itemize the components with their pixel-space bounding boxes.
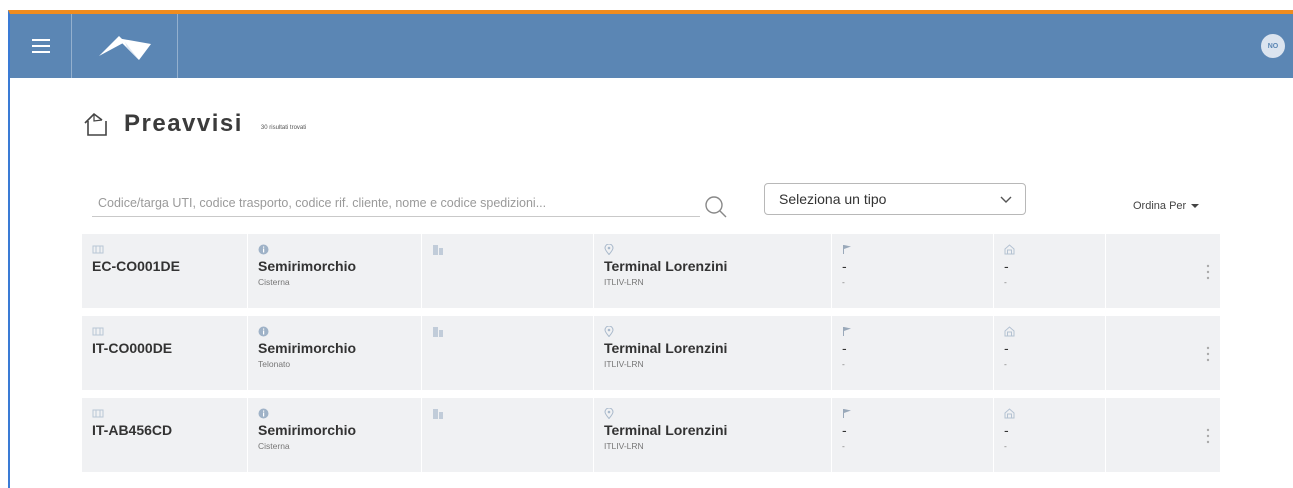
- caret-down-icon: [1191, 204, 1200, 208]
- vehicle-type: Semirimorchio: [258, 258, 357, 274]
- vehicle-subtype: Cisterna: [258, 441, 290, 451]
- actions-cell: [1106, 398, 1220, 472]
- sort-label: Ordina Per: [1133, 200, 1187, 212]
- container-icon: [92, 245, 104, 254]
- destination-sub: -: [1004, 441, 1007, 451]
- flag-icon: [843, 245, 851, 254]
- flag-cell: - -: [832, 316, 994, 390]
- flag-icon: [843, 327, 851, 336]
- menu-button[interactable]: [10, 14, 72, 78]
- terminal-code: ITLIV-LRN: [604, 441, 644, 451]
- more-vert-icon[interactable]: [1206, 346, 1210, 362]
- destination-sub: -: [1004, 277, 1007, 287]
- type-select[interactable]: Seleziona un tipo: [764, 183, 1026, 215]
- vehicle-type: Semirimorchio: [258, 422, 357, 438]
- vehicle-subtype: Cisterna: [258, 277, 290, 287]
- uti-cell: EC-CO001DE: [82, 234, 248, 308]
- info-icon: [258, 244, 269, 255]
- paper-plane-logo-icon: [98, 36, 151, 60]
- destination-cell: - -: [994, 316, 1106, 390]
- flag-sub: -: [842, 359, 845, 369]
- info-icon: [258, 408, 269, 419]
- logo[interactable]: [72, 14, 178, 78]
- building-icon: [433, 409, 443, 419]
- uti-code: EC-CO001DE: [92, 258, 180, 274]
- flag-sub: -: [842, 441, 845, 451]
- location-pin-icon: [604, 326, 614, 337]
- terminal-code: ITLIV-LRN: [604, 277, 644, 287]
- search-icon[interactable]: [703, 194, 729, 220]
- terminal-cell: Terminal Lorenzini ITLIV-LRN: [594, 234, 832, 308]
- list-item[interactable]: EC-CO001DE Semirimorchio Cisterna Termin…: [82, 234, 1220, 308]
- info-icon: [258, 326, 269, 337]
- more-vert-icon[interactable]: [1206, 264, 1210, 280]
- uti-cell: IT-CO000DE: [82, 316, 248, 390]
- terminal-name: Terminal Lorenzini: [604, 258, 728, 274]
- vehicle-subtype: Telonato: [258, 359, 291, 369]
- actions-cell: [1106, 316, 1220, 390]
- destination-value: -: [1004, 340, 1009, 356]
- location-pin-icon: [604, 408, 614, 419]
- vehicle-cell: Semirimorchio Telonato: [248, 316, 422, 390]
- destination-value: -: [1004, 422, 1009, 438]
- vehicle-type: Semirimorchio: [258, 340, 357, 356]
- search-field: [92, 191, 700, 217]
- type-select-value: Seleziona un tipo: [779, 191, 887, 207]
- results-count: 30 risultati trovati: [260, 125, 307, 131]
- warehouse-icon: [1004, 244, 1015, 255]
- hamburger-icon: [31, 39, 50, 53]
- destination-value: -: [1004, 258, 1009, 274]
- destination-cell: - -: [994, 398, 1106, 472]
- vehicle-cell: Semirimorchio Cisterna: [248, 234, 422, 308]
- list-item[interactable]: IT-AB456CD Semirimorchio Cisterna Termin…: [82, 398, 1220, 472]
- company-cell: [422, 398, 594, 472]
- flag-cell: - -: [832, 234, 994, 308]
- flag-value: -: [842, 340, 847, 356]
- destination-cell: - -: [994, 234, 1106, 308]
- company-cell: [422, 234, 594, 308]
- terminal-code: ITLIV-LRN: [604, 359, 644, 369]
- flag-sub: -: [842, 277, 845, 287]
- flag-cell: - -: [832, 398, 994, 472]
- flag-value: -: [842, 422, 847, 438]
- app-window: NO Preavvisi 30 risultati trovati Selezi…: [8, 10, 1293, 488]
- company-cell: [422, 316, 594, 390]
- vehicle-cell: Semirimorchio Cisterna: [248, 398, 422, 472]
- terminal-name: Terminal Lorenzini: [604, 422, 728, 438]
- sort-dropdown[interactable]: Ordina Per: [1133, 200, 1200, 212]
- app-bar: NO: [10, 14, 1293, 78]
- terminal-name: Terminal Lorenzini: [604, 340, 728, 356]
- building-icon: [433, 245, 443, 255]
- page-title: Preavvisi: [124, 110, 243, 137]
- uti-code: IT-AB456CD: [92, 422, 173, 438]
- preavvisi-icon: [84, 112, 107, 136]
- terminal-cell: Terminal Lorenzini ITLIV-LRN: [594, 316, 832, 390]
- chevron-down-icon: [1000, 196, 1012, 203]
- location-pin-icon: [604, 244, 614, 255]
- actions-cell: [1106, 234, 1220, 308]
- search-input[interactable]: [92, 191, 700, 215]
- destination-sub: -: [1004, 359, 1007, 369]
- building-icon: [433, 327, 443, 337]
- flag-value: -: [842, 258, 847, 274]
- page-header: Preavvisi 30 risultati trovati: [82, 110, 306, 138]
- list-item[interactable]: IT-CO000DE Semirimorchio Telonato Termin…: [82, 316, 1220, 390]
- more-vert-icon[interactable]: [1206, 428, 1210, 444]
- flag-icon: [843, 409, 851, 418]
- user-avatar[interactable]: NO: [1261, 34, 1285, 58]
- warehouse-icon: [1004, 326, 1015, 337]
- uti-code: IT-CO000DE: [92, 340, 173, 356]
- container-icon: [92, 327, 104, 336]
- uti-cell: IT-AB456CD: [82, 398, 248, 472]
- container-icon: [92, 409, 104, 418]
- preavvisi-list: EC-CO001DE Semirimorchio Cisterna Termin…: [82, 234, 1220, 480]
- terminal-cell: Terminal Lorenzini ITLIV-LRN: [594, 398, 832, 472]
- warehouse-icon: [1004, 408, 1015, 419]
